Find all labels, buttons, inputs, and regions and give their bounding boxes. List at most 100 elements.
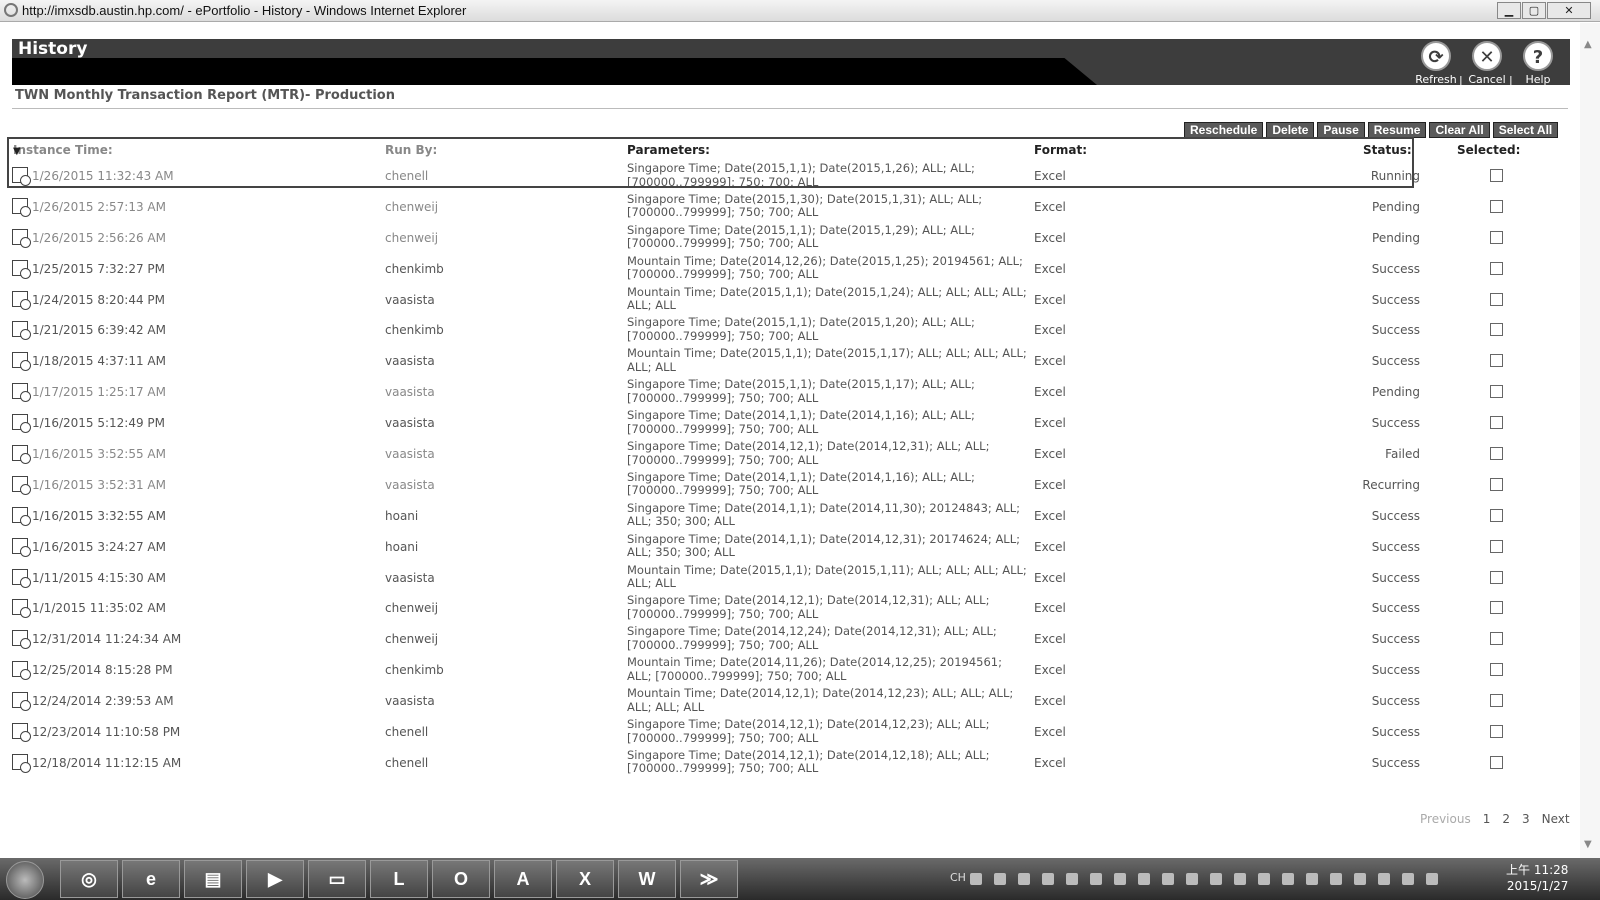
clock[interactable]: 上午 11:28 2015/1/27	[1506, 862, 1568, 894]
start-button[interactable]	[6, 861, 44, 899]
instance-time-link[interactable]: 1/16/2015 3:52:31 AM	[32, 478, 166, 492]
row-select-checkbox[interactable]	[1490, 477, 1503, 491]
row-select-checkbox[interactable]	[1490, 447, 1503, 461]
instance-time-link[interactable]: 1/11/2015 4:15:30 AM	[32, 571, 166, 585]
tray-icon[interactable]	[1210, 873, 1222, 885]
row-select-checkbox[interactable]	[1490, 230, 1503, 244]
page-2-link[interactable]: 2	[1502, 812, 1510, 826]
reschedule-button[interactable]: Reschedule	[1184, 122, 1264, 138]
row-select-checkbox[interactable]	[1490, 354, 1503, 368]
tray-icon[interactable]	[1042, 873, 1054, 885]
cancel-button[interactable]: ✕ Cancel	[1463, 41, 1511, 86]
tray-icon[interactable]	[1282, 873, 1294, 885]
tray-icon[interactable]	[1234, 873, 1246, 885]
scrollbar[interactable]: ▲ ▼	[1580, 23, 1600, 858]
report-instance-icon[interactable]	[12, 352, 31, 372]
row-select-checkbox[interactable]	[1490, 601, 1503, 615]
row-select-checkbox[interactable]	[1490, 169, 1503, 182]
instance-time-link[interactable]: 1/26/2015 2:56:26 AM	[32, 231, 166, 245]
row-select-checkbox[interactable]	[1490, 385, 1503, 399]
page-1-link[interactable]: 1	[1483, 812, 1491, 826]
file-explorer-taskbar-button[interactable]: ▤	[184, 860, 242, 898]
tray-icon[interactable]	[1330, 873, 1342, 885]
lync-taskbar-button[interactable]: L	[370, 860, 428, 898]
report-instance-icon[interactable]	[12, 692, 31, 712]
language-indicator[interactable]: CH	[950, 871, 966, 884]
instance-time-link[interactable]: 1/16/2015 3:52:55 AM	[32, 447, 166, 461]
row-select-checkbox[interactable]	[1490, 632, 1503, 646]
instance-time-link[interactable]: 1/25/2015 7:32:27 PM	[32, 262, 165, 276]
excel-taskbar-button[interactable]: X	[556, 860, 614, 898]
report-instance-icon[interactable]	[12, 506, 31, 526]
row-select-checkbox[interactable]	[1490, 694, 1503, 708]
tray-icon[interactable]	[1018, 873, 1030, 885]
instance-time-link[interactable]: 12/25/2014 8:15:28 PM	[32, 663, 173, 677]
instance-time-link[interactable]: 1/26/2015 2:57:13 AM	[32, 200, 166, 214]
report-instance-icon[interactable]	[12, 290, 31, 310]
report-instance-icon[interactable]	[12, 475, 31, 495]
tray-icon[interactable]	[1402, 873, 1414, 885]
resume-button[interactable]: Resume	[1367, 122, 1427, 138]
delete-button[interactable]: Delete	[1266, 122, 1315, 138]
row-select-checkbox[interactable]	[1490, 570, 1503, 584]
report-instance-icon[interactable]	[12, 259, 31, 279]
page-3-link[interactable]: 3	[1522, 812, 1530, 826]
instance-time-link[interactable]: 12/31/2014 11:24:34 AM	[32, 632, 181, 646]
ie-taskbar-button[interactable]: e	[122, 860, 180, 898]
tray-icon[interactable]	[1066, 873, 1078, 885]
instance-time-link[interactable]: 12/24/2014 2:39:53 AM	[32, 694, 174, 708]
word-taskbar-button[interactable]: W	[618, 860, 676, 898]
next-link[interactable]: Next	[1542, 812, 1570, 826]
report-instance-icon[interactable]	[12, 228, 31, 248]
previous-link[interactable]: Previous	[1420, 812, 1471, 826]
minimize-button[interactable]: ▁	[1497, 2, 1521, 19]
report-instance-icon[interactable]	[12, 197, 31, 217]
row-select-checkbox[interactable]	[1490, 755, 1503, 769]
row-select-checkbox[interactable]	[1490, 292, 1503, 306]
tray-icon[interactable]	[1090, 873, 1102, 885]
refresh-button[interactable]: ⟳ Refresh	[1412, 41, 1460, 86]
row-select-checkbox[interactable]	[1490, 199, 1503, 213]
row-select-checkbox[interactable]	[1490, 323, 1503, 337]
tray-icon[interactable]	[1138, 873, 1150, 885]
tray-icon[interactable]	[1306, 873, 1318, 885]
powershell-taskbar-button[interactable]: ≫	[680, 860, 738, 898]
scroll-down-icon[interactable]: ▼	[1584, 839, 1592, 850]
tray-icon[interactable]	[1114, 873, 1126, 885]
instance-time-link[interactable]: 1/16/2015 3:24:27 AM	[32, 540, 166, 554]
notes-taskbar-button[interactable]: ▭	[308, 860, 366, 898]
row-select-checkbox[interactable]	[1490, 261, 1503, 275]
instance-time-link[interactable]: 1/17/2015 1:25:17 AM	[32, 385, 166, 399]
report-instance-icon[interactable]	[12, 383, 31, 403]
clear-all-button[interactable]: Clear All	[1429, 122, 1490, 138]
instance-time-link[interactable]: 1/24/2015 8:20:44 PM	[32, 293, 165, 307]
report-instance-icon[interactable]	[12, 753, 31, 773]
report-instance-icon[interactable]	[12, 568, 31, 588]
row-select-checkbox[interactable]	[1490, 508, 1503, 522]
acrobat-taskbar-button[interactable]: A	[494, 860, 552, 898]
help-button[interactable]: ? Help	[1514, 41, 1562, 86]
tray-icon[interactable]	[994, 873, 1006, 885]
report-instance-icon[interactable]	[12, 630, 31, 650]
instance-time-link[interactable]: 1/16/2015 3:32:55 AM	[32, 509, 166, 523]
instance-time-link[interactable]: 1/16/2015 5:12:49 PM	[32, 416, 165, 430]
instance-time-link[interactable]: 1/18/2015 4:37:11 AM	[32, 354, 166, 368]
row-select-checkbox[interactable]	[1490, 539, 1503, 553]
tray-icon[interactable]	[1378, 873, 1390, 885]
select-all-button[interactable]: Select All	[1492, 122, 1559, 138]
report-instance-icon[interactable]	[12, 599, 31, 619]
row-select-checkbox[interactable]	[1490, 416, 1503, 430]
maximize-button[interactable]: ▢	[1522, 2, 1546, 19]
report-instance-icon[interactable]	[12, 414, 31, 434]
instance-time-link[interactable]: 12/23/2014 11:10:58 PM	[32, 725, 180, 739]
tray-icon[interactable]	[1354, 873, 1366, 885]
chrome-taskbar-button[interactable]: ◎	[60, 860, 118, 898]
close-window-button[interactable]: ✕	[1547, 2, 1591, 19]
outlook-taskbar-button[interactable]: O	[432, 860, 490, 898]
pause-button[interactable]: Pause	[1317, 122, 1365, 138]
tray-icon[interactable]	[1426, 873, 1438, 885]
report-instance-icon[interactable]	[12, 321, 31, 341]
instance-time-link[interactable]: 12/18/2014 11:12:15 AM	[32, 756, 181, 770]
row-select-checkbox[interactable]	[1490, 725, 1503, 739]
report-instance-icon[interactable]	[12, 723, 31, 743]
